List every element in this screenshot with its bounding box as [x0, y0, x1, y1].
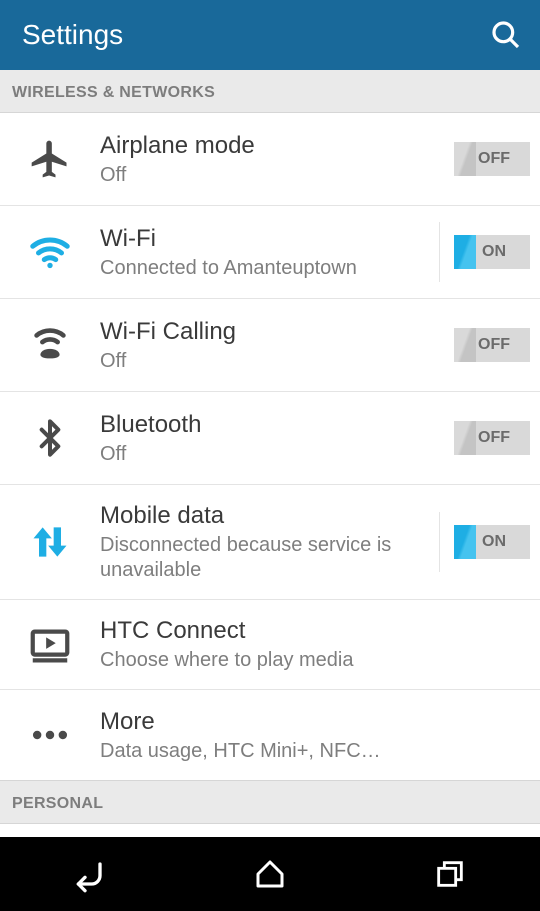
section-header-wireless: WIRELESS & NETWORKS	[0, 70, 540, 113]
home-icon	[252, 856, 288, 892]
settings-list: Airplane mode Off OFF Wi-Fi Connected to…	[0, 113, 540, 780]
toggle-label: ON	[454, 533, 530, 551]
toggle-label: OFF	[454, 150, 530, 168]
back-icon	[70, 854, 110, 894]
nav-recent-button[interactable]	[428, 852, 472, 896]
row-subtitle: Off	[100, 163, 444, 188]
wifi-calling-icon	[0, 322, 100, 368]
row-bluetooth[interactable]: Bluetooth Off OFF	[0, 392, 540, 485]
recent-apps-icon	[433, 857, 467, 891]
bluetooth-toggle[interactable]: OFF	[454, 421, 530, 455]
search-button[interactable]	[490, 19, 522, 51]
row-title: Bluetooth	[100, 410, 444, 440]
wifi-icon	[0, 229, 100, 275]
row-more[interactable]: More Data usage, HTC Mini+, NFC…	[0, 690, 540, 780]
toggle-label: ON	[454, 243, 530, 261]
wifi-toggle[interactable]: ON	[454, 235, 530, 269]
row-title: Airplane mode	[100, 131, 444, 161]
row-subtitle: Off	[100, 349, 444, 374]
htc-connect-icon	[0, 622, 100, 668]
airplane-toggle[interactable]: OFF	[454, 142, 530, 176]
search-icon	[490, 19, 522, 51]
mobile-data-toggle[interactable]: ON	[454, 525, 530, 559]
mobile-data-icon	[0, 520, 100, 564]
row-subtitle: Connected to Amanteuptown	[100, 256, 429, 281]
page-title: Settings	[22, 19, 123, 51]
section-header-personal: PERSONAL	[0, 780, 540, 824]
row-htc-connect[interactable]: HTC Connect Choose where to play media	[0, 600, 540, 690]
row-subtitle: Off	[100, 442, 444, 467]
row-mobile-data[interactable]: Mobile data Disconnected because service…	[0, 485, 540, 600]
row-title: Wi-Fi Calling	[100, 317, 444, 347]
wifi-calling-toggle[interactable]: OFF	[454, 328, 530, 362]
row-subtitle: Data usage, HTC Mini+, NFC…	[100, 739, 520, 764]
toggle-label: OFF	[454, 336, 530, 354]
row-wifi-calling[interactable]: Wi-Fi Calling Off OFF	[0, 299, 540, 392]
bluetooth-icon	[0, 418, 100, 458]
more-icon	[0, 713, 100, 757]
toggle-label: OFF	[454, 429, 530, 447]
system-nav-bar	[0, 837, 540, 911]
nav-home-button[interactable]	[248, 852, 292, 896]
nav-back-button[interactable]	[68, 852, 112, 896]
row-subtitle: Choose where to play media	[100, 648, 520, 673]
airplane-icon	[0, 137, 100, 181]
row-airplane-mode[interactable]: Airplane mode Off OFF	[0, 113, 540, 206]
row-title: More	[100, 707, 520, 737]
row-title: Mobile data	[100, 501, 429, 531]
row-subtitle: Disconnected because service is unavaila…	[100, 533, 429, 583]
row-title: HTC Connect	[100, 616, 520, 646]
row-title: Wi-Fi	[100, 224, 429, 254]
row-wifi[interactable]: Wi-Fi Connected to Amanteuptown ON	[0, 206, 540, 299]
app-header: Settings	[0, 0, 540, 70]
